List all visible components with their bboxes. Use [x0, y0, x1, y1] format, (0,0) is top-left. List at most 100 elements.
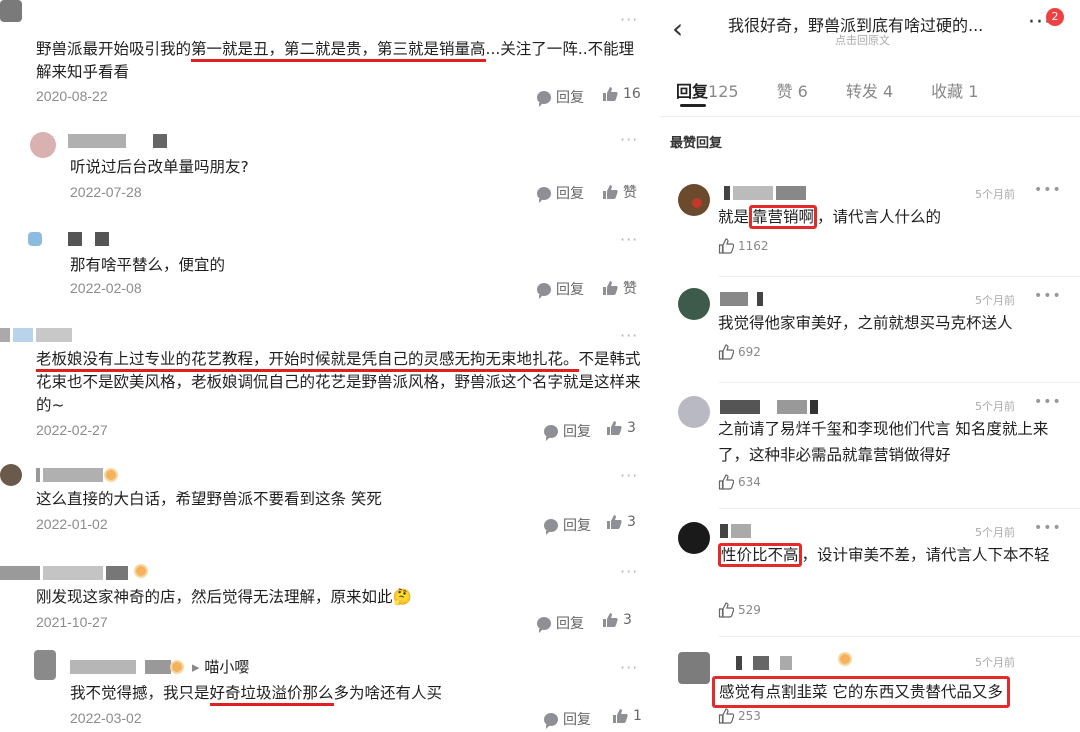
- highlighted-text: 老板娘没有上过专业的花艺教程，开始时候就是凭自己的灵感无拘无束地扎花。: [36, 350, 579, 372]
- reply-button[interactable]: 回复: [544, 709, 591, 729]
- reply-button[interactable]: 回复: [537, 279, 584, 299]
- avatar[interactable]: [678, 396, 710, 428]
- comment-date: 2022-02-08: [70, 280, 142, 296]
- reply-button[interactable]: 回复: [544, 515, 591, 535]
- like-label: 赞: [623, 281, 637, 297]
- reply-item: 5个月前 ••• 性价比不高 ，设计审美不差，请代言人下本不轻 529: [660, 514, 1080, 640]
- divider: [718, 636, 1080, 637]
- comment-item: ··· 听说过后台改单量吗朋友? 2022-07-28 回复 赞: [0, 120, 660, 210]
- reply-label: 回复: [556, 186, 584, 202]
- reply-button[interactable]: 回复: [537, 87, 584, 107]
- comment-bubble-icon: [537, 282, 551, 299]
- comment-date: 2021-10-27: [36, 614, 108, 630]
- comment-text: 我不觉得撼，我只是好奇垃圾溢价那么多为啥还有人买: [70, 682, 442, 706]
- reply-time: 5个月前: [975, 400, 1015, 413]
- comment-text: 刚发现这家神奇的店，然后觉得无法理解，原来如此🤔: [36, 586, 412, 609]
- reply-to-username[interactable]: 喵小嘤: [204, 658, 249, 676]
- more-options-icon[interactable]: ···: [620, 230, 638, 249]
- like-button[interactable]: 529: [718, 602, 761, 618]
- more-options-icon[interactable]: •••: [1034, 520, 1062, 536]
- reply-label: 回复: [563, 518, 591, 534]
- reply-detail-panel: ‹ 我很好奇，野兽派到底有啥过硬的... 点击回原文 ··· 2 回复125 赞…: [660, 0, 1080, 732]
- tab-reposts[interactable]: 转发 4: [846, 78, 893, 102]
- like-button[interactable]: 1162: [718, 238, 769, 254]
- like-button[interactable]: 3: [602, 612, 632, 628]
- badge-icon: [170, 660, 184, 674]
- thumbs-up-outline-icon: [718, 708, 734, 724]
- reply-text: 性价比不高 ，设计审美不差，请代言人下本不轻: [718, 542, 1063, 568]
- back-icon[interactable]: ‹: [672, 12, 683, 45]
- like-button[interactable]: 3: [606, 514, 636, 530]
- more-options-icon[interactable]: ···: [620, 562, 638, 581]
- avatar[interactable]: [28, 232, 42, 246]
- like-button[interactable]: 1: [612, 708, 642, 724]
- reply-text: 就是 靠营销啊 ，请代言人什么的: [718, 204, 1058, 230]
- avatar[interactable]: [678, 652, 710, 684]
- comment-text: 野兽派最开始吸引我的第一就是丑，第二就是贵，第三就是销量高...关注了一阵..不…: [36, 38, 646, 84]
- reply-text: 之前请了易烊千玺和李现他们代言 知名度就上来了，这种非必需品就靠营销做得好: [718, 420, 1049, 464]
- tab-favorites[interactable]: 收藏 1: [931, 78, 978, 102]
- tab-label: 赞: [776, 82, 793, 101]
- like-button[interactable]: 634: [718, 474, 761, 490]
- more-options-icon[interactable]: •••: [1034, 394, 1062, 410]
- tab-count: 1: [968, 82, 979, 101]
- view-original-link[interactable]: 点击回原文: [835, 32, 890, 48]
- more-options-icon[interactable]: ···: [620, 10, 638, 29]
- more-options-icon[interactable]: ···: [620, 130, 638, 149]
- comment-date: 2022-07-28: [70, 184, 142, 200]
- more-options-icon[interactable]: ···: [620, 466, 638, 485]
- avatar[interactable]: [30, 132, 56, 158]
- more-options-icon[interactable]: •••: [1034, 182, 1062, 198]
- comment-item: ··· 刚发现这家神奇的店，然后觉得无法理解，原来如此🤔 2021-10-27 …: [0, 556, 660, 646]
- tab-replies[interactable]: 回复125: [676, 78, 739, 102]
- username-blurred: [70, 660, 174, 674]
- reply-text: 感觉有点割韭菜 它的东西又贵替代品又多: [712, 676, 1056, 708]
- like-button[interactable]: 16: [602, 86, 641, 102]
- comment-list-panel: ··· 野兽派最开始吸引我的第一就是丑，第二就是贵，第三就是销量高...关注了一…: [0, 0, 660, 732]
- comment-text-part: 野兽派最开始吸引我的: [36, 40, 192, 58]
- username-blurred: [36, 468, 106, 482]
- like-button[interactable]: 赞: [602, 278, 637, 298]
- like-count: 3: [627, 514, 636, 530]
- like-button[interactable]: 赞: [602, 182, 637, 202]
- comment-bubble-icon: [544, 424, 558, 441]
- comment-item: ··· 那有啥平替么，便宜的 2022-02-08 回复 赞: [0, 216, 660, 306]
- divider: [718, 508, 1080, 509]
- avatar[interactable]: [678, 184, 710, 216]
- avatar[interactable]: [0, 0, 22, 22]
- comment-date: 2020-08-22: [36, 88, 108, 104]
- avatar[interactable]: [34, 650, 56, 680]
- reply-button[interactable]: 回复: [537, 183, 584, 203]
- tab-likes[interactable]: 赞 6: [777, 78, 808, 102]
- thumbs-up-icon: [613, 709, 628, 723]
- tab-count: 125: [708, 82, 739, 101]
- more-options-icon[interactable]: •••: [1034, 288, 1062, 304]
- thumbs-up-icon: [607, 421, 622, 435]
- username-blurred: [68, 134, 170, 148]
- tab-label: 回复: [676, 82, 709, 101]
- username-blurred: [0, 328, 75, 342]
- highlighted-text: 第一就是丑，第二就是贵，第三就是销量高: [191, 40, 486, 62]
- username-blurred: [736, 656, 795, 670]
- tab-count: 4: [882, 82, 894, 101]
- reply-button[interactable]: 回复: [544, 421, 591, 441]
- like-button[interactable]: 3: [606, 420, 636, 436]
- username-blurred: [720, 400, 821, 414]
- comment-bubble-icon: [544, 712, 558, 729]
- reply-button[interactable]: 回复: [537, 613, 584, 633]
- avatar[interactable]: [678, 522, 710, 554]
- like-count: 634: [738, 475, 761, 489]
- comment-item: ··· 野兽派最开始吸引我的第一就是丑，第二就是贵，第三就是销量高...关注了一…: [0, 0, 660, 110]
- avatar[interactable]: [678, 288, 710, 320]
- avatar[interactable]: [0, 464, 22, 486]
- tab-bar: 回复125 赞 6 转发 4 收藏 1: [676, 78, 1016, 102]
- like-button[interactable]: 253: [718, 708, 761, 724]
- comment-bubble-icon: [537, 186, 551, 203]
- more-options-icon[interactable]: ···: [620, 658, 638, 677]
- like-button[interactable]: 692: [718, 344, 761, 360]
- comment-date: 2022-01-02: [36, 516, 108, 532]
- comment-bubble-icon: [544, 518, 558, 535]
- more-options-icon[interactable]: ···: [620, 326, 638, 345]
- comment-text-part: 我不觉得撼，我只是: [70, 684, 210, 702]
- like-label: 赞: [623, 185, 637, 201]
